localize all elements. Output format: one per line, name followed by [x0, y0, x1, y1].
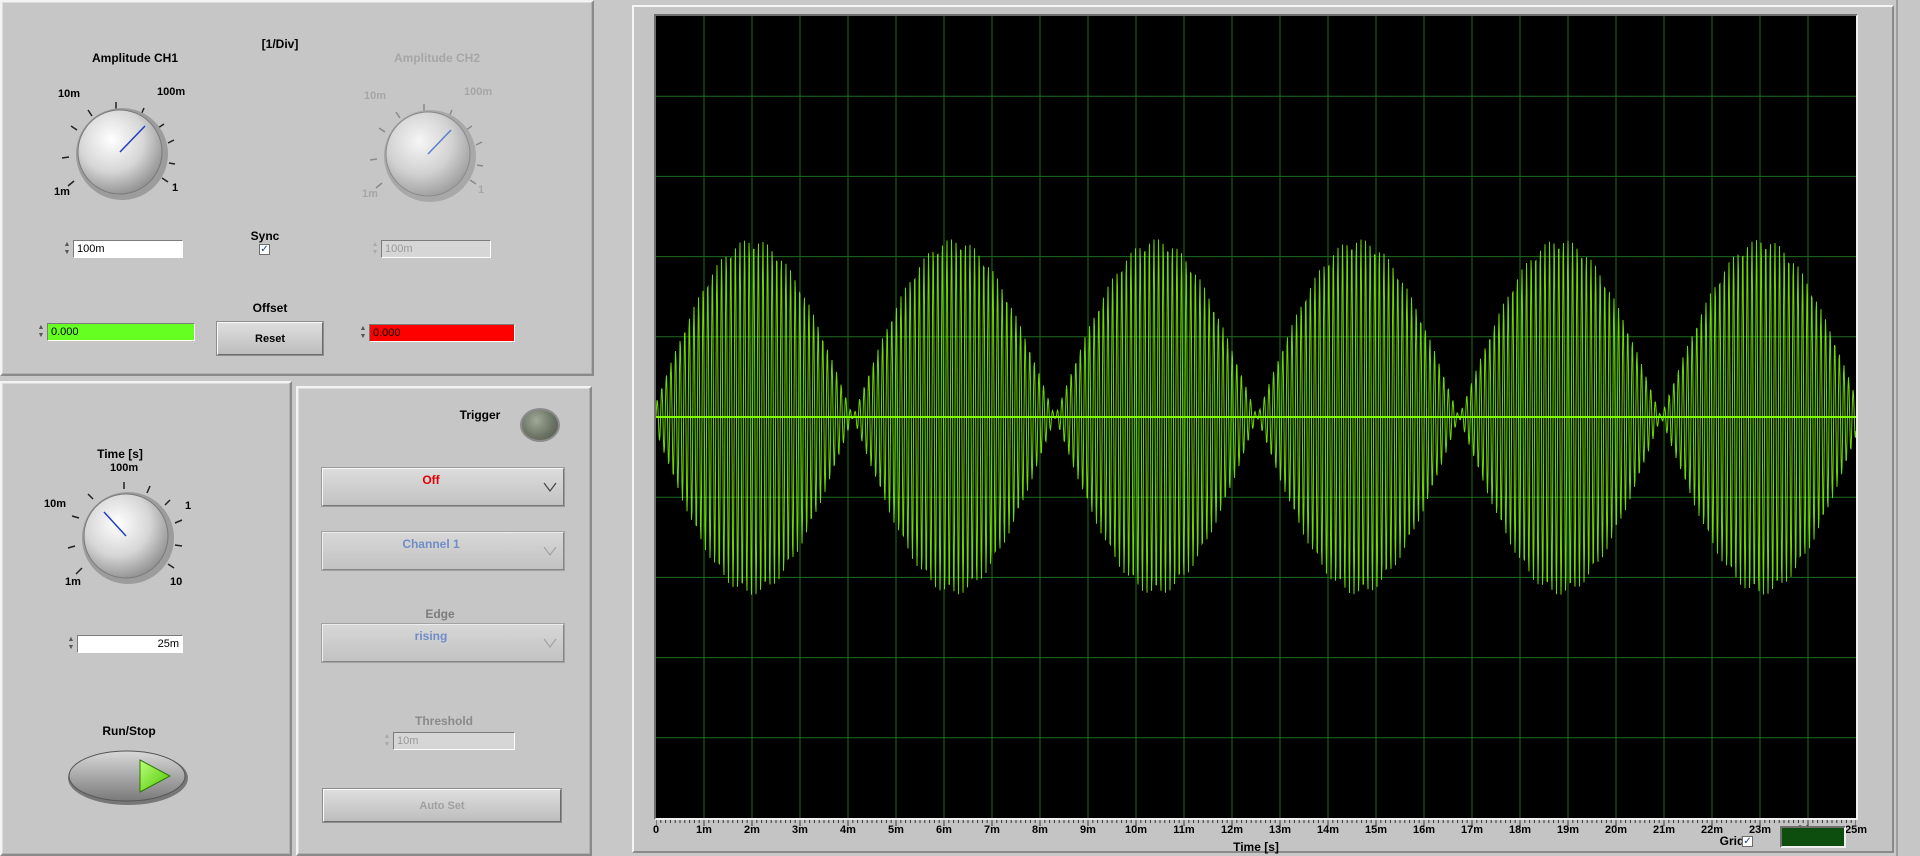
- x-tick-label: 21m: [1652, 824, 1676, 836]
- amplitude-ch1-input[interactable]: 100m: [73, 240, 183, 258]
- sync-label: Sync: [250, 229, 280, 243]
- chevron-down-icon: [543, 638, 557, 648]
- time-tick-10m: 10m: [44, 498, 67, 510]
- amplitude-ch2-numeric: ▲ ▼ 100m: [370, 239, 494, 259]
- time-input[interactable]: 25m: [77, 635, 183, 653]
- right-edge-panel: [1896, 0, 1920, 856]
- x-tick-label: 11m: [1173, 824, 1195, 836]
- offset-ch2-spinner[interactable]: ▲ ▼: [358, 323, 368, 343]
- grid-color-indicator: [1780, 826, 1846, 848]
- ch2-tick-1m: 1m: [362, 188, 378, 200]
- time-tick-100m: 100m: [110, 462, 139, 474]
- time-tick-10: 10: [170, 576, 183, 588]
- x-tick-label: 14m: [1316, 824, 1340, 836]
- time-knob[interactable]: 1m 10m 100m 1 10: [44, 456, 206, 596]
- offset-ch1-input[interactable]: 0.000: [47, 323, 195, 341]
- x-tick-label: 13m: [1268, 824, 1292, 836]
- x-tick-label: 23m: [1748, 824, 1772, 836]
- x-tick-label: 4m: [840, 824, 856, 836]
- ch1-tick-10m: 10m: [58, 88, 81, 100]
- ch1-tick-100m: 100m: [157, 86, 186, 98]
- x-tick-label: 25m: [1844, 824, 1868, 836]
- x-tick-label: 7m: [984, 824, 1000, 836]
- x-tick-label: 18m: [1508, 824, 1532, 836]
- waveform-plot: [656, 16, 1856, 818]
- offset-ch1-numeric: ▲ ▼ 0.000: [36, 322, 196, 342]
- x-tick-label: 16m: [1412, 824, 1436, 836]
- x-tick-label: 1m: [696, 824, 712, 836]
- auto-set-button[interactable]: Auto Set: [323, 789, 561, 822]
- x-tick-label: 6m: [936, 824, 952, 836]
- amplitude-ch2-knob[interactable]: 1m 10m 100m 1: [352, 80, 512, 220]
- trigger-channel-dropdown[interactable]: Channel 1: [322, 532, 564, 570]
- chevron-down-icon: [543, 482, 557, 492]
- x-tick-label: 3m: [792, 824, 808, 836]
- units-label: [1/Div]: [261, 37, 299, 51]
- trigger-edge-dropdown[interactable]: rising: [322, 624, 564, 662]
- amplitude-ch2-input[interactable]: 100m: [381, 240, 491, 258]
- oscilloscope-app: Amplitude CH1 [1/Div] 1m 10m 100m 1 ▲ ▼ …: [0, 0, 1920, 856]
- threshold-numeric: ▲ ▼ 10m: [382, 731, 518, 751]
- threshold-spinner[interactable]: ▲ ▼: [382, 731, 392, 751]
- x-tick-label: 12m: [1220, 824, 1244, 836]
- x-tick-label: 0: [652, 824, 660, 836]
- amplitude-ch1-title: Amplitude CH1: [91, 51, 178, 65]
- offset-ch2-numeric: ▲ ▼ 0.000: [358, 323, 518, 343]
- time-numeric: ▲ ▼ 25m: [66, 634, 186, 654]
- trigger-panel: [296, 386, 592, 856]
- time-tick-1m: 1m: [65, 576, 81, 588]
- ch2-tick-100m: 100m: [464, 86, 493, 98]
- time-spinner[interactable]: ▲ ▼: [66, 634, 76, 654]
- amplitude-ch1-knob[interactable]: 1m 10m 100m 1: [44, 78, 204, 218]
- amplitude-ch1-numeric: ▲ ▼ 100m: [62, 239, 186, 259]
- trigger-edge-value: rising: [414, 629, 448, 643]
- chevron-down-icon: [543, 546, 557, 556]
- threshold-label: Threshold: [414, 714, 473, 728]
- amplitude-ch2-title: Amplitude CH2: [393, 51, 480, 65]
- ch2-tick-10m: 10m: [364, 90, 387, 102]
- reset-button[interactable]: Reset: [217, 322, 323, 355]
- trigger-mode-dropdown[interactable]: Off: [322, 468, 564, 506]
- ch1-tick-1m: 1m: [54, 186, 70, 198]
- trigger-led-indicator: [520, 408, 560, 442]
- amplitude-ch2-spinner[interactable]: ▲ ▼: [370, 239, 380, 259]
- x-tick-label: 8m: [1032, 824, 1048, 836]
- x-tick-label: 17m: [1460, 824, 1484, 836]
- x-axis-label: Time [s]: [1233, 840, 1279, 854]
- trigger-label: Trigger: [459, 408, 501, 422]
- threshold-input[interactable]: 10m: [393, 732, 515, 750]
- offset-ch1-spinner[interactable]: ▲ ▼: [36, 322, 46, 342]
- ch2-tick-1: 1: [478, 184, 485, 196]
- x-tick-label: 10m: [1124, 824, 1148, 836]
- run-stop-label: Run/Stop: [102, 724, 156, 738]
- x-tick-label: 20m: [1604, 824, 1628, 836]
- offset-ch2-input[interactable]: 0.000: [369, 324, 515, 342]
- trigger-mode-value: Off: [422, 473, 440, 487]
- x-tick-label: 15m: [1364, 824, 1388, 836]
- x-tick-label: 19m: [1556, 824, 1580, 836]
- sync-checkbox[interactable]: ✓: [259, 244, 270, 255]
- run-stop-button[interactable]: [66, 746, 190, 806]
- grid-checkbox[interactable]: ✓: [1742, 836, 1753, 847]
- x-tick-label: 5m: [888, 824, 904, 836]
- trigger-channel-value: Channel 1: [402, 537, 460, 551]
- edge-label: Edge: [425, 607, 455, 621]
- x-tick-label: 2m: [744, 824, 760, 836]
- time-tick-1: 1: [185, 500, 192, 512]
- offset-label: Offset: [252, 301, 288, 315]
- ch1-tick-1: 1: [172, 182, 179, 194]
- x-tick-label: 9m: [1080, 824, 1096, 836]
- amplitude-ch1-spinner[interactable]: ▲ ▼: [62, 239, 72, 259]
